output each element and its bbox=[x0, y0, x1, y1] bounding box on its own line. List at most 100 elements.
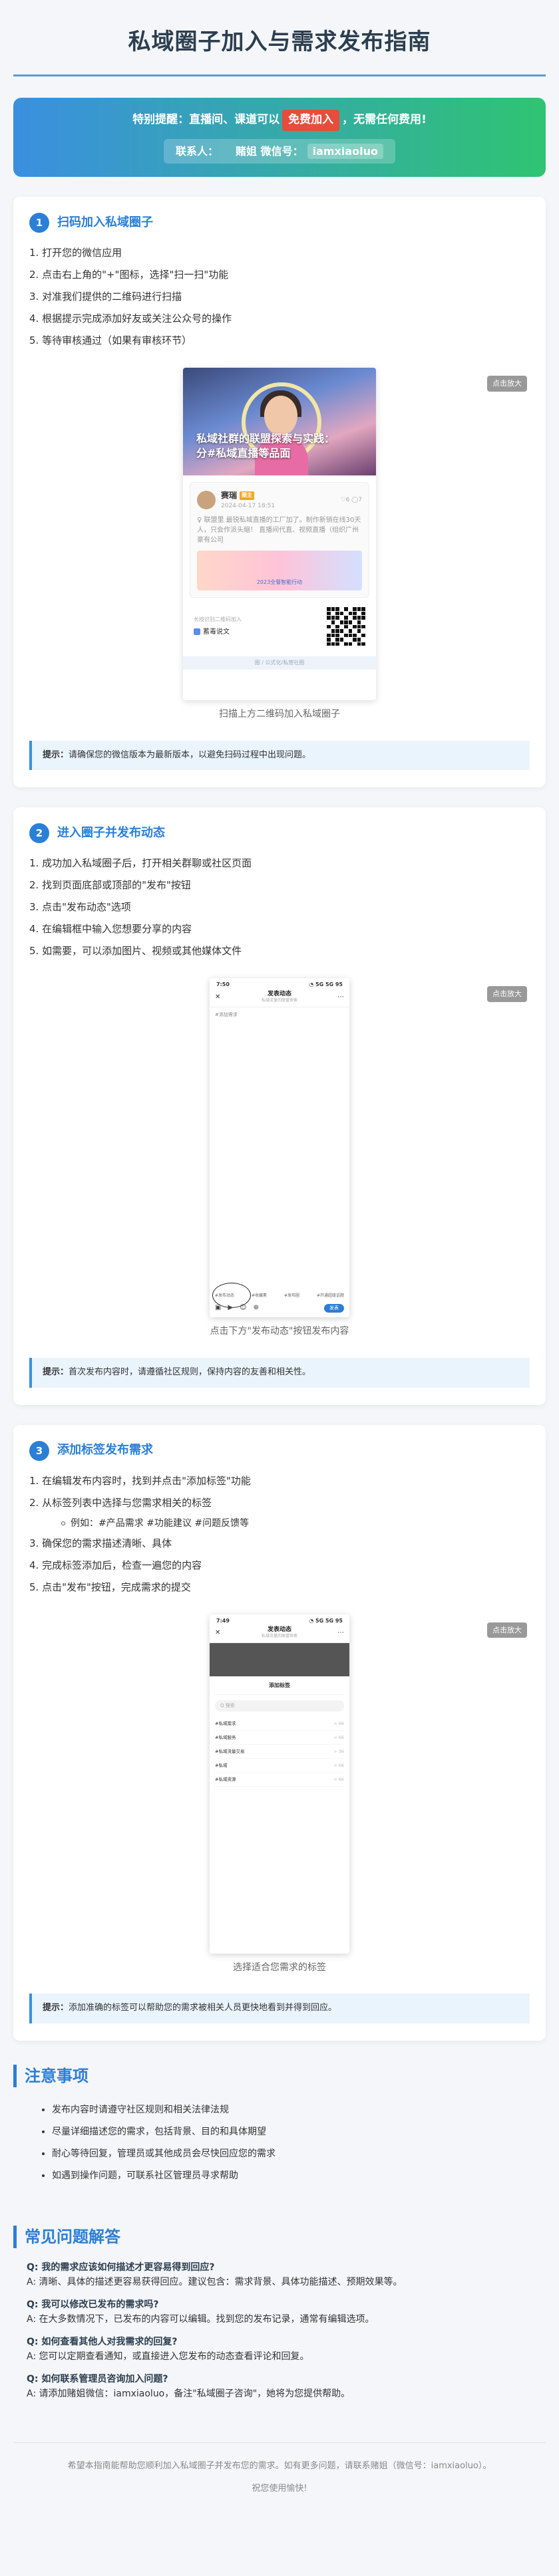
close-icon[interactable]: ✕ bbox=[215, 1628, 224, 1638]
tag-option[interactable]: #私域资源 > 66 bbox=[215, 1773, 344, 1787]
step-3-caption: 选择适合您需求的标签 bbox=[233, 1962, 326, 1973]
tag-count: > 66 bbox=[333, 1721, 344, 1727]
contact-name: 赌姐 bbox=[235, 144, 257, 158]
step-2-caption: 点击下方"发布动态"按钮发布内容 bbox=[210, 1326, 349, 1337]
tag-suggestion[interactable]: #发布动态 bbox=[215, 1293, 234, 1299]
faq-title: 常见问题解答 bbox=[13, 2225, 546, 2248]
post-text: ♀ 联盟里 最锐私域直播的工厂加了。制作新销在线30天人，只会作派头缩！ 直播间… bbox=[197, 517, 361, 545]
sheet-title: 添加标签 bbox=[215, 1676, 344, 1696]
tip-label: 提示： bbox=[43, 1366, 69, 1377]
nav-bar: ✕ 发表动态 私域流量的联盟探索 ⋯ bbox=[210, 1625, 349, 1644]
step-2-tip: 提示：首次发布内容时，请遵循社区规则，保持内容的友善和相关性。 bbox=[29, 1357, 530, 1388]
emoji-icon[interactable]: ☺ bbox=[240, 1303, 246, 1313]
notes-list: 发布内容时请遵守社区规则和相关法律法规 尽量详细描述您的需求，包括背景、目的和具… bbox=[13, 2099, 546, 2187]
more-icon[interactable]: ⋯ bbox=[335, 1628, 344, 1638]
tip-label: 提示： bbox=[43, 749, 69, 760]
tag-name: #私域流量交易 bbox=[215, 1749, 245, 1755]
faq-list: Q: 我的需求应该如何描述才更容易得到回应? A: 清晰、具体的描述更容易获得回… bbox=[13, 2260, 546, 2401]
step-3-number: 3 bbox=[29, 1440, 49, 1461]
status-time: 7:49 bbox=[216, 1617, 230, 1624]
banner-notice-suffix: ，无需任何费用! bbox=[342, 113, 427, 127]
qr-screenshot[interactable]: 私域社群的联盟探索与实践：分#私域直播等品面 赛瑞 圈主 2024-04-17 1… bbox=[183, 368, 376, 701]
image-icon[interactable]: ▣ bbox=[215, 1303, 221, 1313]
faq-question: Q: 我可以修改已发布的需求吗? bbox=[27, 2299, 159, 2310]
status-time: 7:50 bbox=[216, 981, 230, 988]
step-2-item: 4. 在编辑框中输入您想要分享的内容 bbox=[29, 923, 192, 936]
tag-screenshot[interactable]: 7:49 ◔ 5G 5G 95 ✕ 发表动态 私域流量的联盟探索 ⋯ 添加标签 Q … bbox=[210, 1614, 349, 1954]
qr-note: 长按识别二维码加入 bbox=[194, 616, 242, 623]
step-1-item: 4. 根据提示完成添加好友或关注公众号的操作 bbox=[29, 313, 232, 325]
tag-option[interactable]: #私域流量交易 > 36 bbox=[215, 1745, 344, 1759]
publish-screenshot[interactable]: 7:50 ◔ 5G 5G 95 ✕ 发表动态 私域流量的联盟探索 ⋯ #添加需求 #… bbox=[210, 978, 349, 1318]
banner-notice-prefix: 特别提醒：直播间、课道可以 bbox=[132, 113, 280, 127]
step-3-item: 4. 完成标签添加后，检查一遍您的内容 bbox=[29, 1559, 202, 1571]
editor-placeholder[interactable]: #添加需求 bbox=[210, 1007, 349, 1023]
publish-button[interactable]: 发表 bbox=[324, 1303, 344, 1313]
nav-title: 发表动态 bbox=[267, 991, 291, 998]
video-icon[interactable]: ▶ bbox=[228, 1303, 233, 1313]
tag-option[interactable]: #私域 > 66 bbox=[215, 1759, 344, 1773]
author-tag: 圈主 bbox=[240, 491, 255, 501]
step-3-item: 5. 点击"发布"按钮，完成需求的提交 bbox=[29, 1581, 191, 1593]
tag-suggestion[interactable]: #发布圈 bbox=[284, 1293, 299, 1299]
tag-option[interactable]: #私域需求 > 66 bbox=[215, 1717, 344, 1732]
note-item: 如遇到操作问题，可联系社区管理员寻求帮助 bbox=[52, 2165, 546, 2187]
cover-image: 私域社群的联盟探索与实践：分#私域直播等品面 bbox=[183, 368, 376, 476]
status-signal: ◔ 5G 5G 95 bbox=[309, 981, 343, 988]
zoom-button[interactable]: 点击放大 bbox=[487, 376, 527, 392]
step-1-header: 1 扫码加入私域圈子 bbox=[29, 213, 530, 233]
step-1-title: 扫码加入私域圈子 bbox=[57, 215, 153, 229]
tag-suggestion[interactable]: #开通超级话题 bbox=[317, 1293, 344, 1299]
step-3-figure: 点击放大 7:49 ◔ 5G 5G 95 ✕ 发表动态 私域流量的联盟探索 ⋯ 添加… bbox=[29, 1614, 530, 1975]
page: 私域圈子加入与需求发布指南 特别提醒：直播间、课道可以 免费加入 ，无需任何费用! … bbox=[0, 0, 559, 2527]
step-3-tip: 提示：添加准确的标签可以帮助您的需求被相关人员更快地看到并得到回应。 bbox=[29, 1993, 530, 2023]
step-3-card: 3 添加标签发布需求 1. 在编辑发布内容时，找到并点击"添加标签"功能 2. … bbox=[13, 1424, 546, 2041]
nav-title: 发表动态 bbox=[267, 1626, 291, 1634]
step-1-card: 1 扫码加入私域圈子 1. 打开您的微信应用 2. 点击右上角的"+"图标，选择… bbox=[13, 197, 546, 788]
tag-suggestion[interactable]: #收藏素 bbox=[252, 1293, 267, 1299]
step-3-list: 1. 在编辑发布内容时，找到并点击"添加标签"功能 2. 从标签列表中选择与您需… bbox=[29, 1470, 530, 1599]
more-icon[interactable]: ⋯ bbox=[335, 992, 344, 1003]
footer-line-1: 希望本指南能帮助您顺利加入私域圈子并发布您的需求。如有更多问题，请联系赌姐（微信… bbox=[67, 2460, 492, 2471]
tag-name: #私域服务 bbox=[215, 1735, 236, 1741]
step-1-item: 2. 点击右上角的"+"图标，选择"扫一扫"功能 bbox=[29, 269, 229, 281]
step-3-item: 1. 在编辑发布内容时，找到并点击"添加标签"功能 bbox=[29, 1474, 251, 1487]
step-2-item: 3. 点击"发布动态"选项 bbox=[29, 901, 131, 914]
zoom-button[interactable]: 点击放大 bbox=[487, 986, 527, 1002]
tag-option[interactable]: #私域服务 > 66 bbox=[215, 1731, 344, 1745]
step-2-item: 2. 找到页面底部或顶部的"发布"按钮 bbox=[29, 879, 191, 892]
step-1-item: 3. 对准我们提供的二维码进行扫描 bbox=[29, 291, 182, 303]
notice-banner: 特别提醒：直播间、课道可以 免费加入 ，无需任何费用! 联系人： 赌姐 微信号： iam… bbox=[13, 98, 546, 178]
note-item: 尽量详细描述您的需求，包括背景、目的和具体期望 bbox=[52, 2121, 546, 2143]
zoom-button[interactable]: 点击放大 bbox=[487, 1622, 527, 1638]
tag-count: > 66 bbox=[333, 1763, 344, 1769]
step-3-item: 3. 确保您的需求描述清晰、具体 bbox=[29, 1537, 172, 1549]
tip-label: 提示： bbox=[43, 2002, 69, 2013]
brand-icon bbox=[194, 628, 200, 636]
page-footer: 希望本指南能帮助您顺利加入私域圈子并发布您的需求。如有更多问题，请联系赌姐（微信… bbox=[13, 2442, 546, 2500]
free-badge: 免费加入 bbox=[282, 110, 340, 131]
close-icon[interactable]: ✕ bbox=[215, 992, 224, 1003]
title-wrap: 私域圈子加入与需求发布指南 bbox=[13, 0, 546, 77]
tag-name: #私域资源 bbox=[215, 1777, 236, 1783]
step-2-card: 2 进入圈子并发布动态 1. 成功加入私域圈子后，打开相关群聊或社区页面 2. … bbox=[13, 807, 546, 1405]
step-1-figure: 点击放大 私域社群的联盟探索与实践：分#私域直播等品面 赛瑞 圈主 2024-04… bbox=[29, 368, 530, 721]
post-date: 2024-04-17 18:51 bbox=[221, 503, 276, 510]
step-2-number: 2 bbox=[29, 823, 49, 844]
post-banner: 2023全餐智能行动 bbox=[197, 551, 362, 591]
contact-box: 联系人： 赌姐 微信号： iamxiaoluo bbox=[163, 138, 396, 164]
dim-overlay bbox=[210, 1643, 349, 1677]
tag-search-input[interactable]: Q 搜索 bbox=[215, 1700, 344, 1712]
post-banner-text: 2023全餐智能行动 bbox=[256, 579, 303, 585]
tag-count: > 66 bbox=[333, 1777, 344, 1783]
footer-line-2: 祝您使用愉快! bbox=[252, 2483, 307, 2494]
post-author: 赛瑞 圈主 2024-04-17 18:51 ♡6 ◯7 bbox=[197, 489, 362, 510]
add-icon[interactable]: ⊕ bbox=[254, 1303, 259, 1313]
nav-subtitle: 私域流量的联盟探索 bbox=[261, 1634, 297, 1639]
faq-answer: A: 您可以定期查看通知，或直接进入您发布的动态查看评论和回复。 bbox=[27, 2351, 309, 2362]
status-bar: 7:49 ◔ 5G 5G 95 bbox=[210, 1614, 349, 1626]
step-2-header: 2 进入圈子并发布动态 bbox=[29, 823, 530, 844]
author-name: 赛瑞 bbox=[221, 491, 238, 501]
note-item: 发布内容时请遵守社区规则和相关法律法规 bbox=[52, 2099, 546, 2121]
wechat-id[interactable]: iamxiaoluo bbox=[307, 143, 384, 159]
